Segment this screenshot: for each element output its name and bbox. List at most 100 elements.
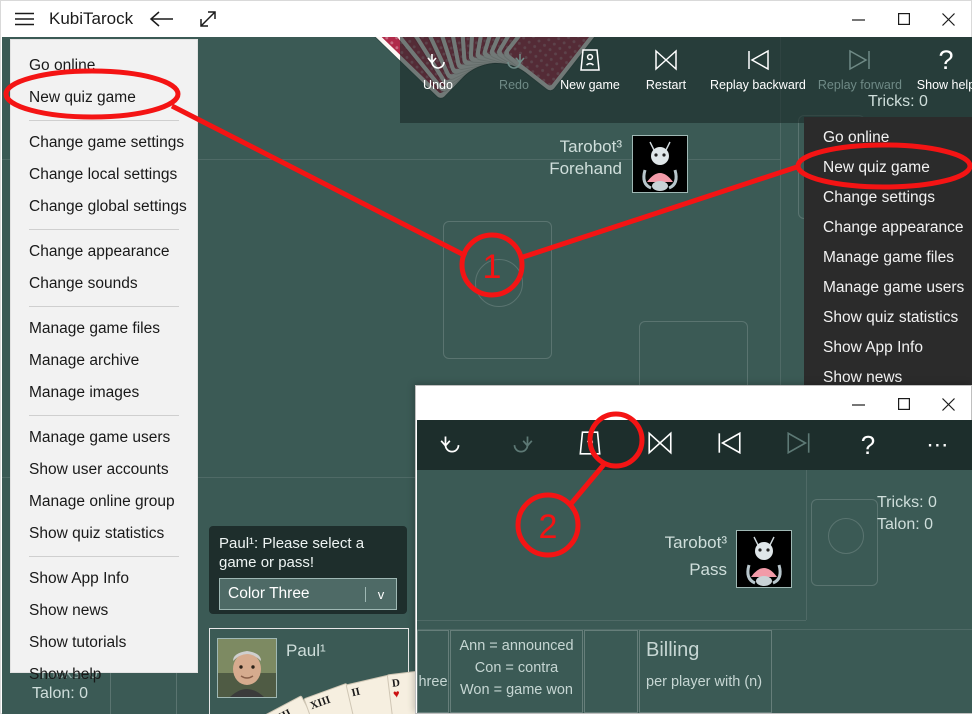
menu-item-change-local-settings[interactable]: Change local settings [11, 159, 197, 191]
window2-game-table[interactable]: ? [417, 420, 972, 713]
toolbar-replay-backward-label: Replay backward [710, 78, 806, 92]
minimize-button[interactable] [836, 1, 881, 37]
player-avatar[interactable] [217, 638, 277, 698]
minimize-button[interactable] [836, 386, 881, 422]
toolbar2-redo-button[interactable] [486, 430, 555, 461]
menu-item-show-user-accounts[interactable]: Show user accounts [11, 454, 197, 486]
back-arrow-icon[interactable] [139, 1, 185, 37]
window2-status-tricks: Tricks: 0 [877, 494, 937, 512]
window2-window-controls [836, 386, 971, 422]
legend-con: Con = contra [451, 657, 582, 679]
slot-circle-center [475, 259, 523, 307]
undo-icon [426, 43, 450, 77]
menu-item-show-quiz-statistics[interactable]: Show quiz statistics [11, 518, 197, 550]
toolbar2-show-help-button[interactable]: ? [833, 430, 902, 461]
menu-item-change-global-settings[interactable]: Change global settings [11, 191, 197, 223]
window2-divider-vertical [806, 470, 807, 620]
menu-item-show-tutorials[interactable]: Show tutorials [11, 627, 197, 659]
maximize-button[interactable] [881, 386, 926, 422]
maximize-button[interactable] [881, 1, 926, 37]
question-mark-icon: ? [938, 43, 953, 77]
toolbar-new-game-button[interactable]: New game [552, 43, 628, 92]
menu-item-change-game-settings[interactable]: Change game settings [11, 127, 197, 159]
toolbar2-replay-forward-button[interactable] [764, 430, 833, 461]
bid-dialog: Paul¹: Please select a game or pass! Col… [209, 526, 407, 614]
opponent-name: Tarobot³ [432, 137, 622, 157]
context-menu-item-change-settings[interactable]: Change settings [804, 183, 972, 213]
context-menu-item-manage-game-files[interactable]: Manage game files [804, 243, 972, 273]
window2-opponent-avatar[interactable] [736, 530, 792, 588]
left-flyout-menu[interactable]: Go online New quiz game Change game sett… [10, 39, 198, 673]
context-menu-item-go-online[interactable]: Go online [804, 123, 972, 153]
menu-separator [29, 229, 179, 230]
opponent-avatar[interactable] [632, 135, 688, 193]
card-rank: II [350, 686, 361, 700]
player-name: Paul¹ [286, 641, 326, 661]
new-quiz-game-card-icon: ? [577, 429, 603, 462]
question-mark-icon: ? [861, 430, 875, 461]
menu-item-change-appearance[interactable]: Change appearance [11, 236, 197, 268]
toolbar2-overflow-button[interactable]: ⋯ [903, 432, 972, 458]
menu-item-new-quiz-game[interactable]: New quiz game [11, 82, 197, 114]
toolbar-new-game-label: New game [560, 78, 620, 92]
toolbar-replay-forward-label: Replay forward [818, 78, 902, 92]
window2-opponent-name: Tarobot³ [577, 533, 727, 553]
legend-empty-box [584, 630, 638, 713]
redo-icon [508, 430, 534, 461]
toolbar-redo-label: Redo [499, 78, 529, 92]
context-menu-item-new-quiz-game[interactable]: New quiz game [804, 153, 972, 183]
menu-separator [29, 120, 179, 121]
secondary-window: ? [415, 385, 972, 714]
menu-separator [29, 306, 179, 307]
svg-text:?: ? [587, 436, 594, 451]
window2-divider-horizontal [417, 620, 806, 621]
menu-item-show-news[interactable]: Show news [11, 595, 197, 627]
menu-item-manage-game-files[interactable]: Manage game files [11, 313, 197, 345]
toolbar-redo-button[interactable]: Redo [476, 43, 552, 92]
menu-item-manage-images[interactable]: Manage images [11, 377, 197, 409]
right-context-menu[interactable]: Go online New quiz game Change settings … [804, 117, 972, 390]
legend-billing-subtitle: per player with (n) [646, 674, 765, 690]
menu-item-manage-game-users[interactable]: Manage game users [11, 422, 197, 454]
toolbar-show-help-button[interactable]: ? Show help [908, 43, 972, 92]
menu-item-manage-online-group[interactable]: Manage online group [11, 486, 197, 518]
toolbar2-new-quiz-game-button[interactable]: ? [556, 429, 625, 462]
menu-item-go-online[interactable]: Go online [11, 50, 197, 82]
context-menu-item-change-appearance[interactable]: Change appearance [804, 213, 972, 243]
replay-forward-icon [785, 430, 813, 461]
chevron-down-icon[interactable]: v [365, 587, 396, 602]
bid-dialog-selected-value: Color Three [220, 585, 365, 603]
menu-item-manage-archive[interactable]: Manage archive [11, 345, 197, 377]
toolbar2-restart-button[interactable] [625, 430, 694, 461]
window2-status-talon: Talon: 0 [877, 516, 933, 534]
restart-hourglass-icon [646, 430, 674, 461]
context-menu-item-show-app-info[interactable]: Show App Info [804, 333, 972, 363]
legend-ann: Ann = announced [451, 635, 582, 657]
toolbar-restart-button[interactable]: Restart [628, 43, 704, 92]
context-menu-item-show-quiz-statistics[interactable]: Show quiz statistics [804, 303, 972, 333]
legend-billing-title: Billing [646, 639, 765, 662]
hamburger-icon[interactable] [1, 1, 47, 37]
close-button[interactable] [926, 1, 971, 37]
window1-titlebar: KubiTarock [1, 1, 971, 37]
toolbar-replay-forward-button[interactable]: Replay forward [812, 43, 908, 92]
toolbar2-replay-backward-button[interactable] [695, 430, 764, 461]
close-button[interactable] [926, 386, 971, 422]
context-menu-item-manage-game-users[interactable]: Manage game users [804, 273, 972, 303]
menu-separator [29, 556, 179, 557]
menu-item-show-help[interactable]: Show help [11, 659, 197, 691]
bid-dialog-prompt: Paul¹: Please select a game or pass! [219, 534, 397, 572]
toolbar-replay-backward-button[interactable]: Replay backward [704, 43, 812, 92]
restart-hourglass-icon [653, 43, 679, 77]
toolbar-undo-button[interactable]: Undo [400, 43, 476, 92]
window1-titlebar-left: KubiTarock [1, 1, 231, 37]
card-suit-heart: ♥ [393, 688, 401, 701]
toolbar2-undo-button[interactable] [417, 430, 486, 461]
redo-icon [502, 43, 526, 77]
window2-titlebar [416, 386, 971, 420]
menu-item-show-app-info[interactable]: Show App Info [11, 563, 197, 595]
menu-item-change-sounds[interactable]: Change sounds [11, 268, 197, 300]
expand-arrow-icon[interactable] [185, 1, 231, 37]
bid-dialog-select[interactable]: Color Three v [219, 578, 397, 610]
legend-billing-box: Billing per player with (n) [639, 630, 772, 713]
